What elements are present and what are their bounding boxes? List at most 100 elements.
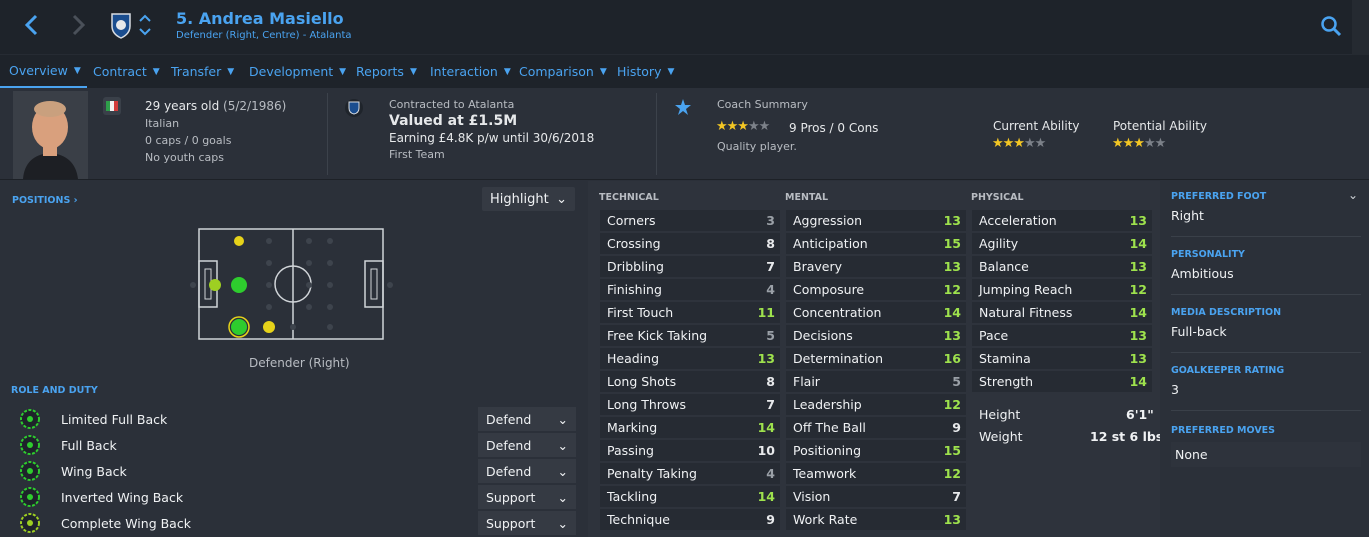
role-row[interactable]: Inverted Wing Back Support ⌄ [11,485,577,509]
role-name: Complete Wing Back [61,516,191,531]
attribute-name: Off The Ball [793,420,866,435]
attribute-name: Corners [607,213,656,228]
attribute-value: 13 [943,259,961,274]
nationality: Italian [145,117,180,130]
attribute-row[interactable]: Long Shots 8 [600,371,780,392]
attribute-row[interactable]: Strength 14 [972,371,1152,392]
weight-value: 12 st 6 lbs [1090,429,1164,444]
attribute-value: 5 [766,328,775,343]
attribute-row[interactable]: Crossing 8 [600,233,780,254]
highlight-dropdown[interactable]: Highlight ⌄ [482,187,575,211]
attribute-value: 13 [943,213,961,228]
role-row[interactable]: Full Back Defend ⌄ [11,433,577,457]
duty-dropdown[interactable]: Support ⌄ [478,511,576,535]
back-icon[interactable] [16,10,46,40]
duty-dropdown[interactable]: Defend ⌄ [478,459,576,483]
attribute-row[interactable]: Jumping Reach 12 [972,279,1152,300]
tab-contract[interactable]: Contract ▼ [93,55,160,88]
contracted-to: Contracted to Atalanta [389,98,515,111]
attribute-row[interactable]: Technique 9 [600,509,780,530]
role-row[interactable]: Complete Wing Back Support ⌄ [11,511,577,535]
positions-link[interactable]: POSITIONS › [12,195,78,206]
attribute-value: 14 [1129,236,1147,251]
attribute-row[interactable]: Positioning 15 [786,440,966,461]
star-badge-icon [674,98,692,120]
attribute-row[interactable]: Balance 13 [972,256,1152,277]
chevron-down-icon: ⌄ [557,490,568,505]
chevron-down-icon[interactable]: ⌄ [1348,188,1358,202]
attribute-value: 14 [943,305,961,320]
page-subtitle[interactable]: Defender (Right, Centre) - Atalanta [176,30,352,41]
position-pitch [185,225,405,343]
tab-history[interactable]: History ▼ [617,55,674,88]
earning: Earning £4.8K p/w until 30/6/2018 [389,131,595,145]
attribute-row[interactable]: Marking 14 [600,417,780,438]
player-switch-icon[interactable] [138,10,152,40]
physical-header: PHYSICAL [971,192,1024,203]
tab-reports[interactable]: Reports ▼ [356,55,417,88]
attribute-row[interactable]: Vision 7 [786,486,966,507]
forward-icon[interactable] [64,10,94,40]
attribute-name: Leadership [793,397,862,412]
role-row[interactable]: Wing Back Defend ⌄ [11,459,577,483]
attribute-row[interactable]: Anticipation 15 [786,233,966,254]
attribute-row[interactable]: Aggression 13 [786,210,966,231]
attribute-row[interactable]: Pace 13 [972,325,1152,346]
duty-dropdown[interactable]: Support ⌄ [478,485,576,509]
duty-dropdown[interactable]: Defend ⌄ [478,433,576,457]
caps: 0 caps / 0 goals [145,134,232,147]
tab-development[interactable]: Development ▼ [249,55,346,88]
attribute-row[interactable]: Determination 16 [786,348,966,369]
attribute-row[interactable]: First Touch 11 [600,302,780,323]
tab-label: Reports [356,63,404,79]
attribute-value: 12 [943,282,961,297]
attribute-row[interactable]: Free Kick Taking 5 [600,325,780,346]
tab-comparison[interactable]: Comparison ▼ [519,55,607,88]
attribute-row[interactable]: Dribbling 7 [600,256,780,277]
attribute-row[interactable]: Work Rate 13 [786,509,966,530]
attribute-row[interactable]: Corners 3 [600,210,780,231]
search-icon[interactable] [1320,15,1342,37]
attribute-row[interactable]: Stamina 13 [972,348,1152,369]
chevron-down-icon: ⌄ [557,412,568,427]
attribute-value: 7 [952,489,961,504]
attribute-row[interactable]: Long Throws 7 [600,394,780,415]
attribute-name: Free Kick Taking [607,328,708,343]
tab-transfer[interactable]: Transfer ▼ [171,55,234,88]
attribute-row[interactable]: Penalty Taking 4 [600,463,780,484]
attribute-row[interactable]: Leadership 12 [786,394,966,415]
chevron-down-icon: ⌄ [557,464,568,479]
attribute-row[interactable]: Composure 12 [786,279,966,300]
attribute-value: 13 [1129,351,1147,366]
attribute-row[interactable]: Passing 10 [600,440,780,461]
quality-note: Quality player. [717,140,797,153]
attribute-row[interactable]: Teamwork 12 [786,463,966,484]
attribute-row[interactable]: Concentration 14 [786,302,966,323]
attribute-row[interactable]: Finishing 4 [600,279,780,300]
personality-value: Ambitious [1171,266,1234,281]
divider [656,93,657,175]
role-row[interactable]: Limited Full Back Defend ⌄ [11,407,577,431]
pros-cons[interactable]: 9 Pros / 0 Cons [789,121,878,135]
attribute-row[interactable]: Natural Fitness 14 [972,302,1152,323]
attribute-row[interactable]: Off The Ball 9 [786,417,966,438]
attribute-row[interactable]: Heading 13 [600,348,780,369]
tab-overview[interactable]: Overview ▼ [0,55,87,88]
attribute-row[interactable]: Flair 5 [786,371,966,392]
tab-interaction[interactable]: Interaction ▼ [430,55,511,88]
attribute-row[interactable]: Agility 14 [972,233,1152,254]
tab-label: Interaction [430,63,498,79]
attribute-row[interactable]: Tackling 14 [600,486,780,507]
attribute-name: Teamwork [793,466,857,481]
divider [1171,236,1361,237]
attribute-row[interactable]: Acceleration 13 [972,210,1152,231]
divider [1171,294,1361,295]
attribute-name: Pace [979,328,1009,343]
role-suitability-icon [20,409,40,429]
attribute-value: 3 [766,213,775,228]
attribute-name: Technique [607,512,670,527]
attribute-row[interactable]: Bravery 13 [786,256,966,277]
duty-dropdown[interactable]: Defend ⌄ [478,407,576,431]
attribute-row[interactable]: Decisions 13 [786,325,966,346]
highlight-value: Highlight [490,191,549,207]
